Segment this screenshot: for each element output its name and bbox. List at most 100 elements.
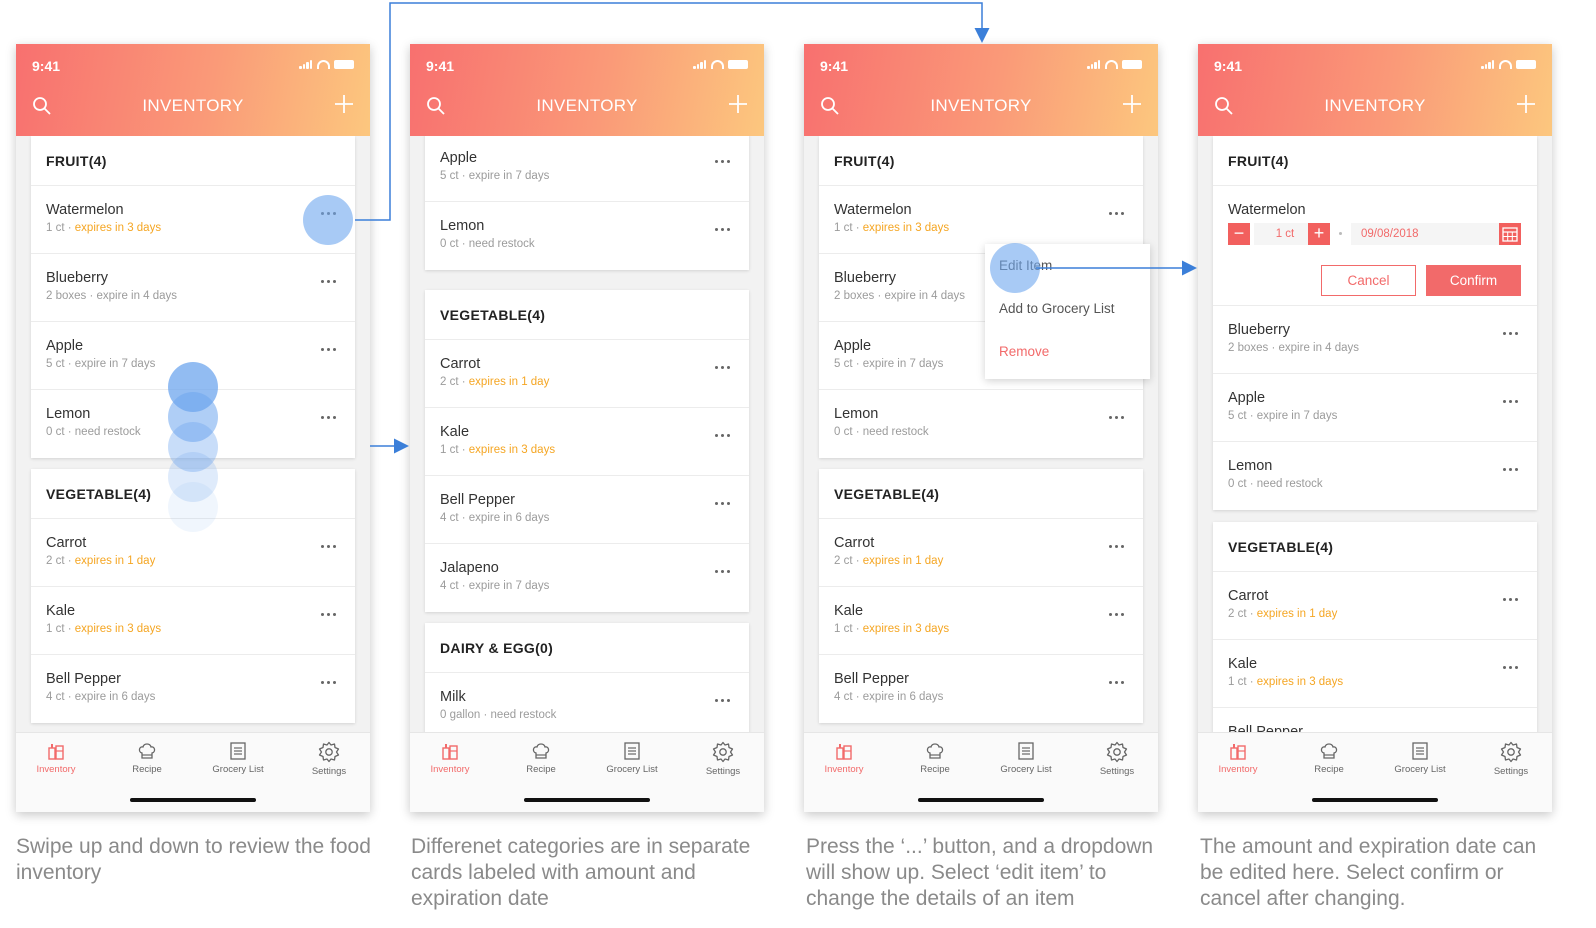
list-item[interactable]: Carrot 2 ct · expires in 1 day — [819, 519, 1143, 587]
confirm-button[interactable]: Confirm — [1426, 265, 1521, 296]
inventory-list[interactable]: FRUIT(4) Watermelon 1 ct · expires in 3 … — [31, 136, 355, 732]
tab-grocery-list[interactable]: Grocery List — [597, 741, 667, 775]
calendar-icon[interactable] — [1499, 223, 1521, 245]
more-options-button[interactable] — [1109, 613, 1129, 623]
item-expiry: expire in 7 days — [74, 358, 156, 370]
more-options-button[interactable] — [1109, 416, 1129, 426]
add-icon[interactable] — [1516, 94, 1536, 114]
tab-recipe[interactable]: Recipe — [900, 741, 970, 775]
more-options-button[interactable] — [321, 280, 341, 290]
tab-recipe[interactable]: Recipe — [112, 741, 182, 775]
more-options-button[interactable] — [715, 699, 735, 709]
add-to-grocery-list-option[interactable]: Add to Grocery List — [985, 287, 1150, 330]
list-item[interactable]: Carrot 2 ct · expires in 1 day — [1213, 572, 1537, 640]
more-options-button[interactable] — [715, 160, 735, 170]
item-separator: · — [1246, 410, 1257, 422]
more-options-button[interactable] — [715, 434, 735, 444]
more-options-button[interactable] — [321, 681, 341, 691]
more-options-button[interactable] — [1503, 400, 1523, 410]
category-header: VEGETABLE(4) — [819, 469, 1143, 519]
more-options-button[interactable] — [1109, 212, 1129, 222]
tab-grocery-list[interactable]: Grocery List — [1385, 741, 1455, 775]
list-item[interactable]: Kale 1 ct · expires in 3 days — [1213, 640, 1537, 708]
more-options-button[interactable] — [715, 366, 735, 376]
status-icons — [1087, 60, 1142, 69]
list-item[interactable]: Lemon 0 ct · need restock — [819, 390, 1143, 458]
list-item[interactable]: Bell Pepper 4 ct · expire in 6 days — [425, 476, 749, 544]
item-details: 5 ct · expire in 7 days — [1228, 410, 1522, 422]
item-expiry: expires in 3 days — [74, 623, 162, 635]
tab-inventory[interactable]: Inventory — [1203, 741, 1273, 775]
list-item[interactable]: Lemon 0 ct · need restock — [1213, 442, 1537, 510]
list-item[interactable]: Lemon 0 ct · need restock — [31, 390, 355, 458]
list-item[interactable]: Watermelon 1 ct · expires in 3 days — [31, 186, 355, 254]
tab-label: Settings — [1493, 766, 1529, 777]
tab-recipe[interactable]: Recipe — [1294, 741, 1364, 775]
add-icon[interactable] — [1122, 94, 1142, 114]
cancel-button[interactable]: Cancel — [1321, 265, 1416, 296]
more-options-button[interactable] — [715, 228, 735, 238]
more-options-button[interactable] — [715, 502, 735, 512]
inventory-list[interactable]: Apple 5 ct · expire in 7 days Lemon 0 ct… — [425, 134, 749, 741]
increase-quantity-button[interactable]: + — [1308, 223, 1330, 245]
category-header: VEGETABLE(4) — [31, 469, 355, 519]
tab-recipe[interactable]: Recipe — [506, 741, 576, 775]
inventory-list[interactable]: FRUIT(4) Watermelon 1 ct · expires in 3 … — [819, 136, 1150, 732]
item-name: Apple — [1228, 390, 1266, 406]
more-options-button[interactable] — [1503, 666, 1523, 676]
list-item[interactable]: Apple 5 ct · expire in 7 days — [1213, 374, 1537, 442]
battery-icon — [334, 60, 354, 69]
more-options-button[interactable] — [1503, 598, 1523, 608]
more-options-button[interactable] — [1503, 468, 1523, 478]
list-item[interactable]: Lemon 0 ct · need restock — [425, 202, 749, 270]
more-options-button[interactable] — [715, 570, 735, 580]
list-item[interactable]: Kale 1 ct · expires in 3 days — [425, 408, 749, 476]
add-icon[interactable] — [728, 94, 748, 114]
item-amount: 4 ct — [834, 691, 853, 703]
item-details: 0 ct · need restock — [46, 426, 340, 438]
expiration-date-field[interactable] — [1351, 223, 1521, 245]
more-options-button[interactable] — [321, 348, 341, 358]
tab-inventory[interactable]: Inventory — [809, 741, 879, 775]
add-icon[interactable] — [334, 94, 354, 114]
list-item[interactable]: Apple 5 ct · expire in 7 days — [31, 322, 355, 390]
inventory-list[interactable]: FRUIT(4) Watermelon − + Cancel Confirm B… — [1213, 136, 1537, 776]
list-item[interactable]: Blueberry 2 boxes · expire in 4 days — [1213, 306, 1537, 374]
caption-1: Swipe up and down to review the food inv… — [16, 835, 371, 884]
more-options-button[interactable] — [321, 613, 341, 623]
list-item[interactable]: Kale 1 ct · expires in 3 days — [31, 587, 355, 655]
tab-grocery-list[interactable]: Grocery List — [991, 741, 1061, 775]
more-options-button[interactable] — [321, 212, 341, 222]
list-item[interactable]: Bell Pepper 4 ct · expire in 6 days — [31, 655, 355, 723]
tab-settings[interactable]: Settings — [1082, 741, 1152, 777]
list-item[interactable]: Carrot 2 ct · expires in 1 day — [425, 340, 749, 408]
item-expiry: expires in 3 days — [862, 222, 950, 234]
decrease-quantity-button[interactable]: − — [1228, 223, 1250, 245]
list-item[interactable]: Carrot 2 ct · expires in 1 day — [31, 519, 355, 587]
more-options-button[interactable] — [1109, 681, 1129, 691]
tab-settings[interactable]: Settings — [688, 741, 758, 777]
tab-settings[interactable]: Settings — [294, 741, 364, 777]
edit-item-option[interactable]: Edit Item — [985, 244, 1150, 287]
list-item[interactable]: Kale 1 ct · expires in 3 days — [819, 587, 1143, 655]
tab-inventory[interactable]: Inventory — [21, 741, 91, 775]
remove-option[interactable]: Remove — [985, 330, 1150, 373]
item-details: 1 ct · expires in 3 days — [440, 444, 734, 456]
wifi-icon — [317, 60, 330, 69]
more-options-button[interactable] — [321, 545, 341, 555]
signal-icon — [1481, 60, 1495, 69]
more-options-button[interactable] — [321, 416, 341, 426]
tab-inventory[interactable]: Inventory — [415, 741, 485, 775]
tab-settings[interactable]: Settings — [1476, 741, 1546, 777]
more-options-button[interactable] — [1503, 332, 1523, 342]
tab-grocery-list[interactable]: Grocery List — [203, 741, 273, 775]
list-item[interactable]: Bell Pepper 4 ct · expire in 6 days — [819, 655, 1143, 723]
list-item[interactable]: Blueberry 2 boxes · expire in 4 days — [31, 254, 355, 322]
quantity-field[interactable] — [1254, 223, 1316, 245]
list-item[interactable]: Jalapeno 4 ct · expire in 7 days — [425, 544, 749, 612]
list-item[interactable]: Apple 5 ct · expire in 7 days — [425, 134, 749, 202]
more-options-button[interactable] — [1109, 545, 1129, 555]
tab-bar: Inventory Recipe Grocery List Settings — [16, 732, 370, 812]
list-item[interactable]: Milk 0 gallon · need restock — [425, 673, 749, 741]
item-separator: · — [852, 555, 863, 567]
